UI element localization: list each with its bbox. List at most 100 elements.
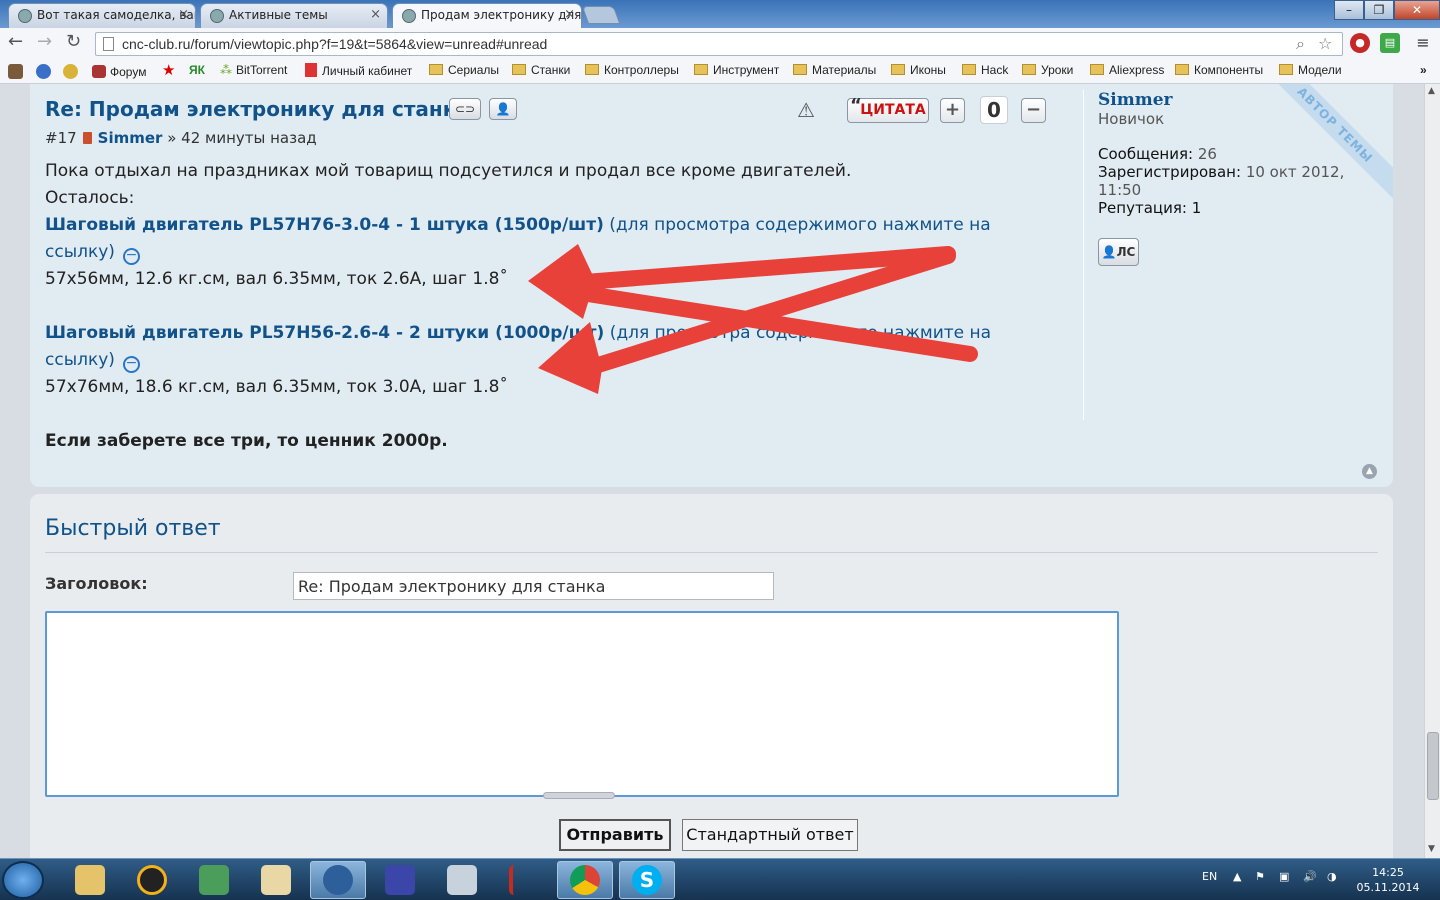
scroll-down-icon[interactable]: ▼	[1428, 844, 1435, 854]
show-hidden-icons-icon[interactable]: ▲	[1233, 870, 1241, 883]
subject-input[interactable]: Re: Продам электронику для станка	[293, 572, 774, 600]
folder-icon	[1175, 64, 1189, 75]
browser-tab-strip: Вот такая самоделка, ваш × Активные темы…	[0, 0, 1440, 29]
bookmark-folder-models[interactable]: Модели	[1279, 63, 1342, 77]
tab-current-topic[interactable]: Продам электронику для ×	[392, 3, 582, 29]
back-to-top-icon[interactable]: ▲	[1362, 464, 1377, 479]
tab-active-topics[interactable]: Активные темы ×	[200, 3, 388, 28]
folder-icon	[585, 64, 599, 75]
submit-button[interactable]: Отправить	[559, 819, 671, 851]
address-bar[interactable]: cnc-club.ru/forum/viewtopic.php?f=19&t=5…	[95, 32, 1343, 56]
messages-value[interactable]: 26	[1198, 145, 1217, 163]
archicad-icon	[137, 865, 167, 895]
profile-name[interactable]: Simmer	[1098, 90, 1172, 110]
messages-label: Сообщения:	[1098, 145, 1194, 163]
message-textarea[interactable]	[45, 611, 1119, 797]
taskbar-skype[interactable]: S	[619, 861, 675, 899]
bookmark-folder-tools[interactable]: Инструмент	[694, 63, 779, 77]
bookmark-folder-stanki[interactable]: Станки	[512, 63, 570, 77]
extension-icon[interactable]: ▤	[1380, 33, 1400, 53]
bookmark-app-icon[interactable]	[8, 64, 23, 79]
textarea-resize-grip[interactable]	[543, 792, 615, 799]
bookmark-folder-serials[interactable]: Сериалы	[429, 63, 499, 77]
calculator-icon	[447, 865, 477, 895]
forward-icon[interactable]: →	[37, 32, 52, 52]
site-favicon-icon	[402, 9, 416, 23]
start-button[interactable]	[2, 861, 44, 899]
close-tab-icon[interactable]: ×	[564, 7, 575, 22]
explorer-icon	[75, 865, 105, 895]
window-controls: – ❐ ✕	[1334, 0, 1440, 20]
standard-reply-button[interactable]: Стандартный ответ	[682, 819, 858, 851]
bookmark-folder-lessons[interactable]: Уроки	[1022, 63, 1073, 77]
taskbar-app[interactable]	[248, 861, 304, 899]
reload-icon[interactable]: ↻	[66, 32, 81, 52]
language-indicator[interactable]: EN	[1202, 870, 1217, 883]
folder-icon	[1022, 64, 1036, 75]
site-favicon-icon	[18, 9, 32, 23]
bookmark-bittorrent[interactable]: ⁂ BitTorrent	[220, 63, 287, 77]
taskbar-explorer[interactable]	[62, 861, 118, 899]
taskbar-chrome[interactable]	[557, 861, 613, 899]
folder-icon	[1090, 64, 1104, 75]
taskbar-app[interactable]	[310, 861, 366, 899]
new-tab-button[interactable]	[581, 6, 621, 24]
tab-label: Вот такая самоделка, ваш	[37, 8, 196, 22]
bookmark-folder-aliexpress[interactable]: Aliexpress	[1090, 63, 1164, 77]
bookmark-app-icon[interactable]	[63, 64, 78, 79]
site-favicon-icon	[210, 9, 224, 23]
system-clock[interactable]: 14:25 05.11.2014	[1348, 865, 1428, 895]
bookmark-app-icon[interactable]	[36, 64, 51, 79]
bookmark-cabinet[interactable]: Личный кабинет	[305, 63, 412, 78]
taskbar-app[interactable]	[186, 861, 242, 899]
scrollbar-thumb[interactable]	[1427, 732, 1439, 800]
folder-icon	[962, 64, 976, 75]
bookmarks-bar: Форум ★ ЯК ⁂ BitTorrent Личный кабинет Се…	[0, 58, 1440, 84]
forum-page: Re: Продам электронику для станка ⊂⊃ 👤 ⚠…	[0, 84, 1424, 858]
bookmark-folder-hack[interactable]: Hack	[962, 63, 1008, 77]
close-tab-icon[interactable]: ×	[178, 7, 189, 22]
network-icon[interactable]: ▣	[1279, 870, 1289, 883]
action-center-flag-icon[interactable]: ⚑	[1255, 870, 1265, 883]
maximize-icon[interactable]: ❐	[1364, 0, 1394, 20]
bookmark-star-icon[interactable]: ☆	[1318, 34, 1332, 53]
taskbar-app[interactable]	[372, 861, 428, 899]
bookmark-forum[interactable]: Форум	[92, 63, 146, 79]
divider	[45, 552, 1378, 553]
tray-app-icon[interactable]: ◑	[1327, 870, 1337, 883]
folder-icon	[793, 64, 807, 75]
page-scrollbar[interactable]: ▲ ▼	[1424, 84, 1440, 858]
subject-label: Заголовок:	[45, 574, 148, 593]
bookmark-folder-materials[interactable]: Материалы	[793, 63, 876, 77]
star-bookmark-icon[interactable]: ★	[162, 61, 175, 79]
tab-vot-takaya[interactable]: Вот такая самоделка, ваш ×	[8, 3, 196, 28]
adblock-extension-icon[interactable]: ●	[1350, 33, 1370, 53]
bookmarks-overflow-button[interactable]: »	[1420, 63, 1427, 77]
tab-label: Продам электронику для	[421, 8, 582, 22]
taskbar-app[interactable]	[496, 861, 552, 899]
close-window-icon[interactable]: ✕	[1394, 0, 1440, 20]
pen-app-icon	[509, 865, 539, 895]
bookmark-folder-controllers[interactable]: Контроллеры	[585, 63, 679, 77]
back-icon[interactable]: ←	[8, 32, 23, 52]
taskbar-app[interactable]	[434, 861, 490, 899]
bookmark-folder-components[interactable]: Компоненты	[1175, 63, 1263, 77]
close-tab-icon[interactable]: ×	[370, 7, 381, 22]
folder-icon	[891, 64, 905, 75]
forum-post: Re: Продам электронику для станка ⊂⊃ 👤 ⚠…	[30, 84, 1393, 487]
minimize-icon[interactable]: –	[1334, 0, 1364, 20]
menu-icon[interactable]: ≡	[1413, 33, 1433, 53]
volume-icon[interactable]: 🔊	[1303, 870, 1317, 883]
thunderbird-icon	[323, 865, 353, 895]
private-message-button[interactable]: 👤ЛС	[1098, 238, 1139, 266]
quick-reply-panel: Быстрый ответ Заголовок: Re: Продам элек…	[30, 494, 1393, 858]
bookmark-folder-icons[interactable]: Иконы	[891, 63, 946, 77]
windows-taskbar: S EN ▲ ⚑ ▣ 🔊 ◑ 14:25 05.11.2014	[0, 858, 1440, 900]
bookmark-app-icon[interactable]: ЯК	[189, 63, 205, 77]
pm-user-icon: 👤	[1101, 245, 1117, 259]
zoom-icon[interactable]: ⌕	[1296, 34, 1305, 54]
taskbar-app[interactable]	[124, 861, 180, 899]
scroll-up-icon[interactable]: ▲	[1428, 86, 1435, 96]
cabinet-icon	[305, 63, 317, 77]
chrome-icon	[570, 865, 600, 895]
